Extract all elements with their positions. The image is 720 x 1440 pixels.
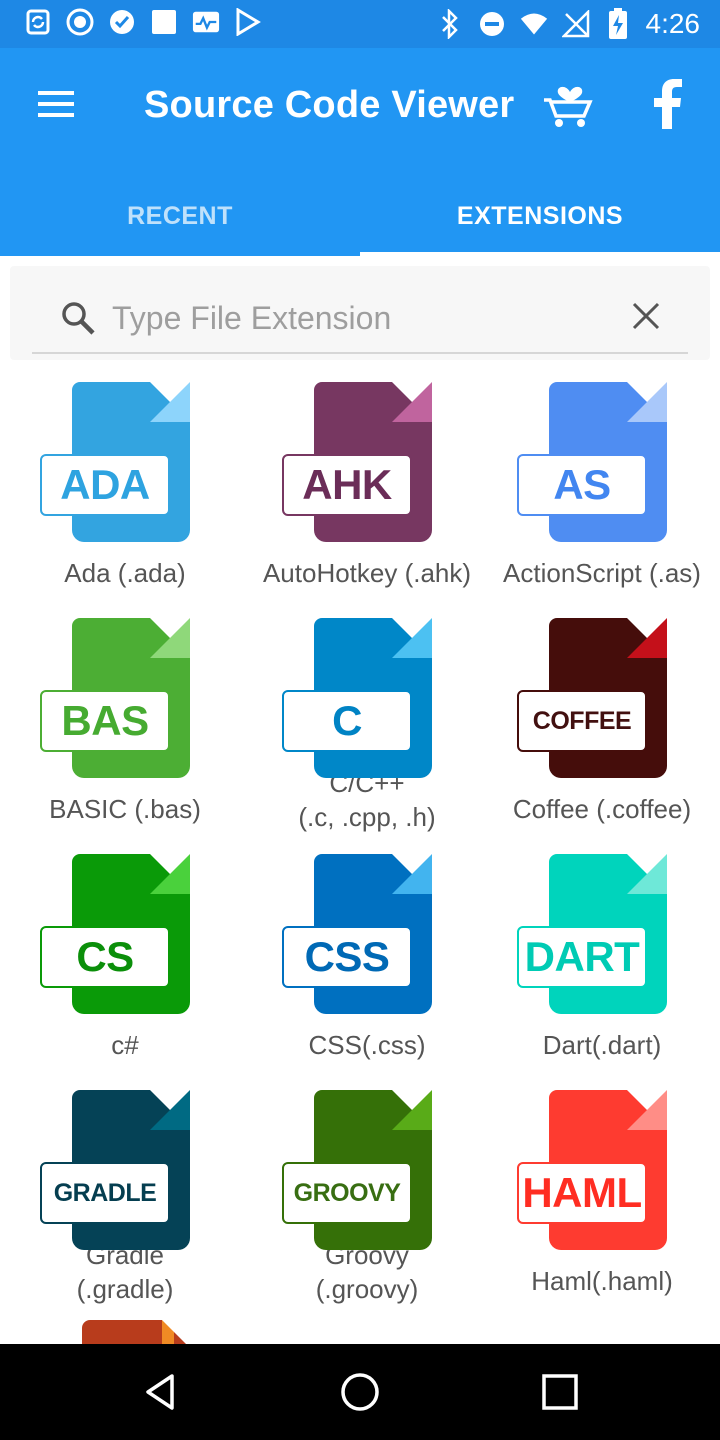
- no-signal-icon: [561, 10, 590, 38]
- status-bar: 4:26: [0, 0, 720, 48]
- extension-item-coffee[interactable]: COFFEE Coffee (.coffee): [484, 598, 720, 834]
- file-css-icon: CSS: [282, 854, 452, 1014]
- facebook-button[interactable]: [640, 74, 696, 134]
- app-bar: Source Code Viewer RECENT EXTENSIONS: [0, 48, 720, 256]
- file-fold-flap: [150, 854, 190, 894]
- extension-item-haml[interactable]: HAML Haml(.haml): [484, 1070, 720, 1306]
- extensions-grid-inner: ADA Ada (.ada) AHK AutoHotkey (.ahk) AS Actio…: [0, 362, 720, 1306]
- play-store-icon: [234, 8, 262, 36]
- file-badge: BAS: [40, 690, 170, 752]
- recents-button[interactable]: [536, 1368, 584, 1416]
- file-badge: GROOVY: [282, 1162, 412, 1224]
- close-icon: [632, 302, 660, 330]
- extension-item-ahk[interactable]: AHK AutoHotkey (.ahk): [250, 362, 484, 598]
- extension-item-css[interactable]: CSS CSS(.css): [250, 834, 484, 1070]
- search-card: [10, 266, 710, 360]
- file-ada-icon: ADA: [40, 382, 210, 542]
- back-triangle-icon: [146, 1374, 174, 1410]
- back-button[interactable]: [136, 1368, 184, 1416]
- file-dart-icon: DART: [517, 854, 687, 1014]
- status-right-icons: 4:26: [436, 4, 701, 44]
- file-fold-flap: [392, 854, 432, 894]
- extension-item-cs[interactable]: CS c#: [0, 834, 250, 1070]
- home-button[interactable]: [336, 1368, 384, 1416]
- file-badge: COFFEE: [517, 690, 647, 752]
- tab-bar: RECENT EXTENSIONS: [0, 176, 720, 256]
- wifi-icon: [520, 10, 548, 38]
- extension-item-c[interactable]: C C/C++ (.c, .cpp, .h): [250, 598, 484, 834]
- file-fold-flap: [392, 382, 432, 422]
- battery-charging-icon: [604, 8, 632, 39]
- app-title: Source Code Viewer: [144, 84, 515, 126]
- file-as-icon: AS: [517, 382, 687, 542]
- search-input[interactable]: [112, 294, 592, 342]
- extension-name: ActionScript (.as): [503, 558, 701, 588]
- extension-name: Ada (.ada): [64, 558, 186, 588]
- extension-item-ada[interactable]: ADA Ada (.ada): [0, 362, 250, 598]
- recents-square-icon: [542, 1374, 578, 1410]
- file-badge: DART: [517, 926, 647, 988]
- file-coffee-icon: COFFEE: [517, 618, 687, 778]
- square-icon: [150, 8, 178, 36]
- extension-name: c#: [111, 1030, 139, 1060]
- dnd-icon: [478, 10, 506, 38]
- extension-item-groovy[interactable]: GROOVY Groovy (.groovy): [250, 1070, 484, 1306]
- extension-name: Haml(.haml): [531, 1266, 673, 1296]
- tab-extensions[interactable]: EXTENSIONS: [360, 176, 720, 256]
- sync-icon: [24, 8, 52, 36]
- home-circle-icon: [341, 1373, 379, 1411]
- extension-item-as[interactable]: AS ActionScript (.as): [484, 362, 720, 598]
- record-icon: [66, 8, 94, 36]
- file-badge: GRADLE: [40, 1162, 170, 1224]
- file-cs-icon: CS: [40, 854, 210, 1014]
- search-icon: [60, 300, 100, 340]
- file-ahk-icon: AHK: [282, 382, 452, 542]
- file-badge: HAML: [517, 1162, 647, 1224]
- system-nav-bar: [0, 1344, 720, 1440]
- file-fold-flap: [150, 1090, 190, 1130]
- facebook-icon: [654, 79, 682, 129]
- file-badge: AHK: [282, 454, 412, 516]
- menu-button[interactable]: [20, 76, 92, 132]
- file-fold-flap: [392, 1090, 432, 1130]
- status-left-icons: [24, 8, 262, 36]
- extension-name: CSS(.css): [308, 1030, 426, 1060]
- clear-search-button[interactable]: [624, 294, 668, 338]
- bluetooth-icon: [436, 9, 464, 39]
- file-fold-flap: [150, 618, 190, 658]
- file-fold-flap: [627, 618, 667, 658]
- file-badge: C: [282, 690, 412, 752]
- hamburger-menu-icon: [38, 91, 74, 117]
- file-badge: AS: [517, 454, 647, 516]
- activity-icon: [192, 8, 220, 36]
- extension-item-bas[interactable]: BAS BASIC (.bas): [0, 598, 250, 834]
- checklist-icon: [108, 8, 136, 36]
- extension-name: Coffee (.coffee): [512, 794, 692, 824]
- extensions-grid: ADA Ada (.ada) AHK AutoHotkey (.ahk) AS Actio…: [0, 362, 720, 1344]
- file-groovy-icon: GROOVY: [282, 1090, 452, 1250]
- file-gradle-icon: GRADLE: [40, 1090, 210, 1250]
- cart-heart-icon: [544, 86, 593, 127]
- tab-recent[interactable]: RECENT: [0, 176, 360, 256]
- file-fold-flap: [627, 382, 667, 422]
- status-time: 4:26: [645, 8, 701, 39]
- partial-file-icon: [82, 1320, 202, 1344]
- file-badge: CSS: [282, 926, 412, 988]
- file-c-icon: C: [282, 618, 452, 778]
- file-badge: ADA: [40, 454, 170, 516]
- file-bas-icon: BAS: [40, 618, 210, 778]
- file-badge: CS: [40, 926, 170, 988]
- cart-button[interactable]: [536, 74, 600, 134]
- extension-name: BASIC (.bas): [49, 794, 201, 824]
- file-fold-flap: [392, 618, 432, 658]
- file-fold-flap: [627, 1090, 667, 1130]
- extension-name: Dart(.dart): [542, 1030, 662, 1060]
- extension-item-gradle[interactable]: GRADLE Gradle (.gradle): [0, 1070, 250, 1306]
- file-fold-flap: [150, 382, 190, 422]
- file-haml-icon: HAML: [517, 1090, 687, 1250]
- extension-name: AutoHotkey (.ahk): [262, 558, 472, 588]
- file-fold-flap: [627, 854, 667, 894]
- extension-item-dart[interactable]: DART Dart(.dart): [484, 834, 720, 1070]
- search-row: [32, 280, 688, 354]
